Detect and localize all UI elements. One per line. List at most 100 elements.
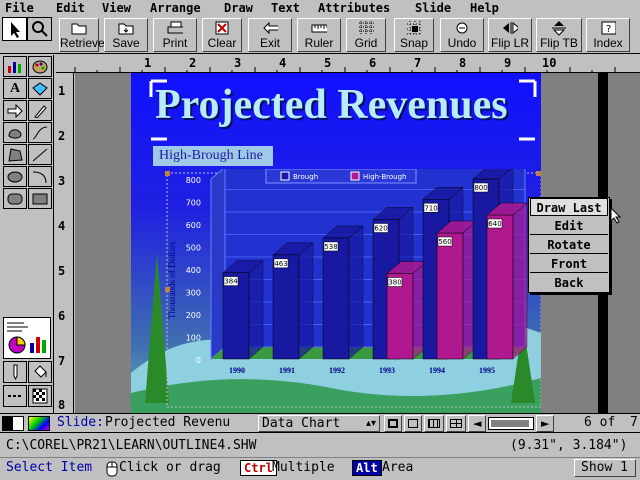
pattern-tool[interactable] [28,385,52,407]
index-button[interactable]: ? Index [586,18,630,52]
menu-text[interactable]: Text [271,0,300,16]
menu-view[interactable]: View [102,0,131,16]
symbol-tool[interactable] [28,78,52,99]
menu-item-edit[interactable]: Edit [530,217,608,235]
index-icon: ? [601,21,616,35]
prev-slide-button[interactable]: ◄ [468,415,486,432]
exit-button[interactable]: Exit [248,18,292,52]
gradient-swatch-icon[interactable] [28,416,50,431]
undo-button[interactable]: Undo [440,18,484,52]
rounded-rect-tool[interactable] [3,188,27,209]
freehand-shape-icon [8,128,22,139]
object-preview [3,317,51,359]
flip-tb-button[interactable]: Flip TB [536,18,582,52]
next-slide-button[interactable]: ► [536,415,554,432]
slide-scroll-track[interactable] [488,417,534,430]
flip-lr-button[interactable]: Flip LR [488,18,532,52]
legend-swatch [350,171,360,181]
print-button[interactable]: Print [153,18,197,52]
context-menu: Draw Last Edit Rotate Front Back [528,197,610,293]
pen-tool[interactable] [28,100,52,121]
horizontal-ruler[interactable]: 1 2 3 4 5 6 7 8 9 10 [56,55,640,73]
ruler-button[interactable]: Ruler [297,18,341,52]
chart-tool[interactable] [3,56,27,77]
view-grid-button[interactable] [446,415,466,432]
menu-draw[interactable]: Draw [224,0,253,16]
freehand-tool[interactable] [3,122,27,143]
data-label: 384 [224,278,238,286]
view-outline-button[interactable] [404,415,422,432]
flip-tb-label: Flip TB [540,36,578,50]
polygon-icon [8,147,23,162]
grid-button[interactable]: Grid [346,18,386,52]
fill-tool[interactable] [3,361,27,383]
data-label: 710 [424,204,437,212]
menu-arrange[interactable]: Arrange [150,0,201,16]
ruler-mark: 2 [58,129,66,143]
file-path: C:\COREL\PR21\LEARN\OUTLINE4.SHW [6,438,257,453]
slide-title[interactable]: Projected Revenues [155,79,508,131]
rectangle-icon [32,193,48,204]
vertical-ruler[interactable]: 1 2 3 4 5 6 7 8 [56,73,74,413]
x-category-label: 1995 [479,366,495,375]
show-button-label: Show 1 [581,460,628,475]
chart-type-select[interactable]: Data Chart ▴▾ [258,415,380,432]
view-slide-button[interactable] [384,415,402,432]
snap-button[interactable]: Snap [394,18,434,52]
line-tool[interactable] [28,144,52,165]
show-button[interactable]: Show 1 [574,459,636,477]
retrieve-button[interactable]: Retrieve [59,18,105,52]
slide[interactable]: Projected Revenues High-Brough Line 0 100… [131,73,541,413]
bucket-tool[interactable] [28,361,52,383]
y-tick-label: 0 [196,356,201,365]
arrow-tool-button[interactable] [2,17,27,41]
x-category-label: 1990 [229,366,245,375]
rounded-rect-icon [7,193,23,204]
line-style-tool[interactable] [3,385,27,407]
menu-item-front[interactable]: Front [530,255,608,273]
ellipse-tool[interactable] [3,166,27,187]
menu-item-draw-last[interactable]: Draw Last [530,198,608,216]
sorter-view-icon [428,419,440,428]
x-category-label: 1993 [379,366,395,375]
color-swatch-icon[interactable] [2,416,24,431]
slide-subtitle[interactable]: High-Brough Line [153,146,273,166]
menu-slide[interactable]: Slide [415,0,451,16]
bar-brough-side [248,260,264,360]
data-label: 463 [274,260,287,268]
ruler-mark: 7 [414,56,422,70]
mouse-cursor-icon [610,207,622,224]
palette-tool[interactable] [28,56,52,77]
diamond-icon [32,81,48,96]
curve-tool[interactable] [28,122,52,143]
menu-help[interactable]: Help [470,0,499,16]
polygon-tool[interactable] [3,144,27,165]
legend-label: High-Brough [363,173,407,181]
x-category-label: 1991 [279,366,295,375]
chart-type-value: Data Chart [262,416,341,431]
save-button[interactable]: Save [104,18,148,52]
cursor-coordinates: (9.31", 3.184") [510,438,628,453]
ruler-icon [311,24,327,33]
data-chart[interactable]: 0 100 200 300 400 500 600 700 800 Thousands of Do… [131,169,541,413]
menu-edit[interactable]: Edit [56,0,85,16]
menu-item-back[interactable]: Back [530,274,608,292]
y-tick-label: 800 [186,176,201,185]
arc-icon [32,171,47,183]
left-arrow-icon: ◄ [473,417,482,430]
menu-item-rotate[interactable]: Rotate [530,236,608,254]
arrow-draw-tool[interactable] [3,100,27,121]
status-path-bar: C:\COREL\PR21\LEARN\OUTLINE4.SHW (9.31",… [0,434,640,458]
slide-name-field[interactable]: Projected Revenu [105,414,230,432]
view-sorter-button[interactable] [424,415,444,432]
ruler-label: Ruler [304,36,334,50]
pen-icon [34,104,47,118]
rectangle-tool[interactable] [28,188,52,209]
slide-scroll-thumb[interactable] [491,420,529,427]
zoom-tool-button[interactable] [27,17,52,41]
text-tool[interactable]: A [3,78,27,99]
clear-button[interactable]: Clear [202,18,242,52]
menu-file[interactable]: File [5,0,34,16]
menu-attributes[interactable]: Attributes [318,0,390,16]
arc-tool[interactable] [28,166,52,187]
